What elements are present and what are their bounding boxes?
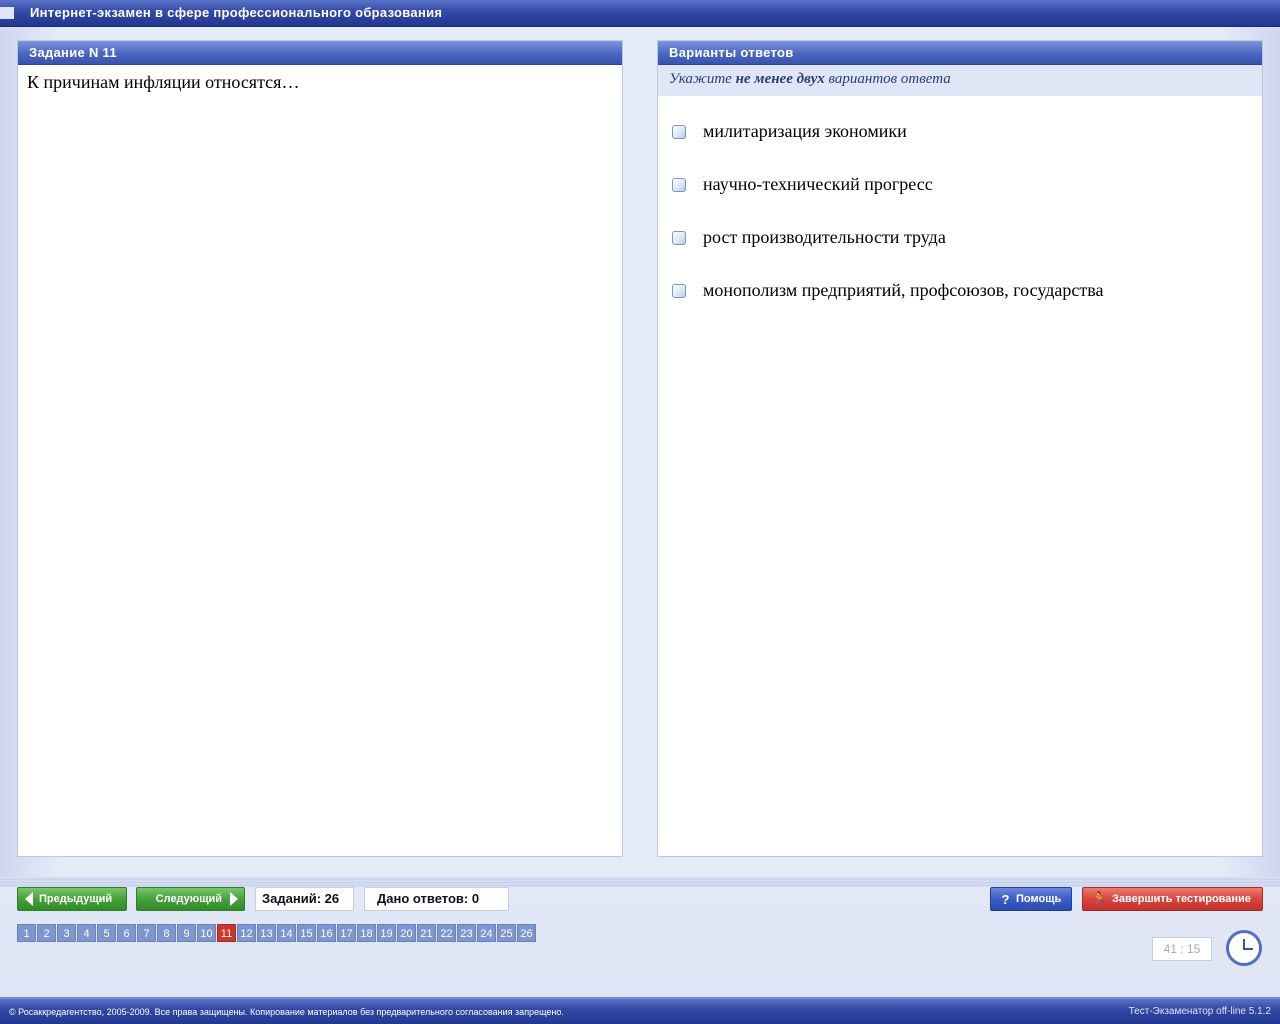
answer-option-4[interactable]: монополизм предприятий, профсоюзов, госу… — [658, 280, 1262, 333]
answer-option-label: рост производительности труда — [703, 227, 946, 247]
page-button-19[interactable]: 19 — [377, 924, 396, 942]
page-button-18[interactable]: 18 — [357, 924, 376, 942]
footer: © Росаккредагентство, 2005-2009. Все пра… — [0, 997, 1280, 1024]
page-button-17[interactable]: 17 — [337, 924, 356, 942]
answer-option-label: научно-технический прогресс — [703, 174, 933, 194]
answer-option-label: милитаризация экономики — [703, 121, 907, 141]
page-button-1[interactable]: 1 — [17, 924, 36, 942]
answers-header: Варианты ответов — [658, 41, 1262, 65]
answer-checkbox-2[interactable] — [672, 178, 686, 192]
page-button-3[interactable]: 3 — [57, 924, 76, 942]
answer-option-3[interactable]: рост производительности труда — [658, 227, 1262, 280]
version-text: Тест-Экзаменатор off-line 5.1.2 — [1128, 1006, 1271, 1017]
clock-icon — [1226, 930, 1262, 966]
window-title: Интернет-экзамен в сфере профессионально… — [30, 5, 443, 20]
answer-checkbox-4[interactable] — [672, 284, 686, 298]
page-button-10[interactable]: 10 — [197, 924, 216, 942]
page-button-20[interactable]: 20 — [397, 924, 416, 942]
page-button-15[interactable]: 15 — [297, 924, 316, 942]
running-man-icon: 🏃 — [1091, 891, 1108, 906]
finish-button-label: Завершить тестирование — [1112, 893, 1251, 905]
main-area: Задание N 11 К причинам инфляции относят… — [0, 27, 1280, 877]
page-button-14[interactable]: 14 — [277, 924, 296, 942]
answers-panel: Варианты ответов Укажите не менее двух в… — [657, 40, 1263, 857]
hint-bold: не менее двух — [735, 71, 825, 87]
page-button-6[interactable]: 6 — [117, 924, 136, 942]
answer-options: милитаризация экономики научно-техническ… — [658, 96, 1262, 333]
page-selector: 1 2 3 4 5 6 7 8 9 10 11 12 13 14 15 16 17 18 19 20 21 22 23 24 2… — [17, 924, 537, 942]
page-button-16[interactable]: 16 — [317, 924, 336, 942]
answer-checkbox-3[interactable] — [672, 231, 686, 245]
page-button-25[interactable]: 25 — [497, 924, 516, 942]
navigation-bar: Предыдущий Следующий Заданий: 26 Дано от… — [0, 877, 1280, 997]
answers-given-count: Дано ответов: 0 — [364, 887, 509, 911]
page-button-22[interactable]: 22 — [437, 924, 456, 942]
clock-hand-minute — [1244, 948, 1253, 950]
help-button-label: Помощь — [1016, 893, 1062, 905]
task-header: Задание N 11 — [18, 41, 622, 65]
question-text: К причинам инфляции относятся… — [27, 72, 300, 92]
page-button-12[interactable]: 12 — [237, 924, 256, 942]
question-icon: ? — [1001, 891, 1010, 907]
tasks-count: Заданий: 26 — [255, 887, 354, 911]
prev-button-label: Предыдущий — [39, 893, 113, 905]
page-button-21[interactable]: 21 — [417, 924, 436, 942]
help-button[interactable]: ? Помощь — [990, 887, 1072, 911]
task-panel: Задание N 11 К причинам инфляции относят… — [17, 40, 623, 857]
page-button-8[interactable]: 8 — [157, 924, 176, 942]
answer-option-label: монополизм предприятий, профсоюзов, госу… — [703, 280, 1104, 300]
answer-hint: Укажите не менее двух вариантов ответа — [658, 65, 1262, 96]
page-button-9[interactable]: 9 — [177, 924, 196, 942]
page-button-24[interactable]: 24 — [477, 924, 496, 942]
hint-suffix: вариантов ответа — [824, 71, 951, 87]
answer-option-1[interactable]: милитаризация экономики — [658, 121, 1262, 174]
finish-button[interactable]: 🏃 Завершить тестирование — [1082, 887, 1263, 911]
next-button[interactable]: Следующий — [136, 887, 245, 911]
timer-display: 41 : 15 — [1152, 937, 1212, 961]
copyright-text: © Росаккредагентство, 2005-2009. Все пра… — [9, 1007, 564, 1017]
hint-prefix: Укажите — [669, 71, 736, 87]
page-button-23[interactable]: 23 — [457, 924, 476, 942]
title-bar: Интернет-экзамен в сфере профессионально… — [0, 0, 1280, 27]
page-button-2[interactable]: 2 — [37, 924, 56, 942]
next-button-label: Следующий — [155, 893, 222, 905]
answer-checkbox-1[interactable] — [672, 125, 686, 139]
page-button-26[interactable]: 26 — [517, 924, 536, 942]
title-accent-icon — [0, 7, 14, 19]
answer-option-2[interactable]: научно-технический прогресс — [658, 174, 1262, 227]
arrow-right-icon — [230, 892, 238, 906]
page-button-7[interactable]: 7 — [137, 924, 156, 942]
page-button-13[interactable]: 13 — [257, 924, 276, 942]
page-button-5[interactable]: 5 — [97, 924, 116, 942]
arrow-left-icon — [25, 892, 33, 906]
prev-button[interactable]: Предыдущий — [17, 887, 127, 911]
page-button-4[interactable]: 4 — [77, 924, 96, 942]
page-button-11[interactable]: 11 — [217, 924, 236, 942]
